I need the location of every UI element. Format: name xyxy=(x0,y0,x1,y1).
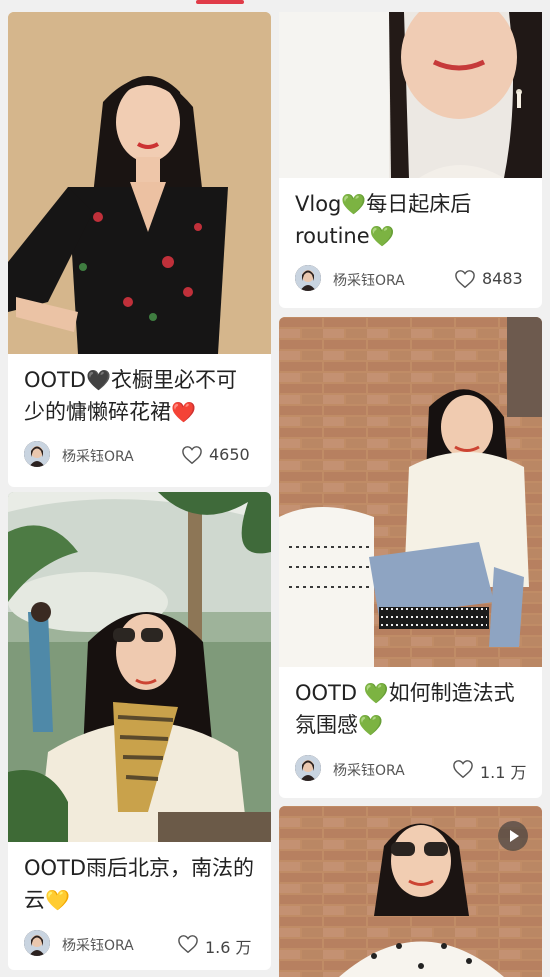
author-avatar[interactable] xyxy=(24,441,50,467)
post-title-1[interactable]: OOTD🖤衣橱里必不可少的慵懒碎花裙❤️ xyxy=(24,364,257,428)
post-card-3[interactable]: OOTD雨后北京，南法的云💛 杨采钰ORA 1.6 万 xyxy=(8,492,271,970)
heart-outline-icon xyxy=(178,935,198,954)
post-card-5[interactable] xyxy=(279,806,542,977)
post-title-1-text-a: OOTD xyxy=(24,368,87,392)
post-title-2-emoji-a: 💚 xyxy=(341,192,367,216)
like-count: 8483 xyxy=(482,269,523,288)
post-card-2[interactable]: Vlog💚每日起床后routine💚 杨采钰ORA 8483 xyxy=(279,12,542,308)
like-button[interactable]: 8483 xyxy=(454,268,524,290)
heart-outline-icon xyxy=(455,270,475,289)
video-play-button[interactable] xyxy=(498,821,528,851)
post-card-4[interactable]: OOTD 💚如何制造法式氛围感💚 杨采钰ORA 1.1 万 xyxy=(279,317,542,798)
post-meta-1: 杨采钰ORA 4650 xyxy=(24,440,257,470)
like-count: 1.1 万 xyxy=(480,763,527,782)
post-title-2-text-a: Vlog xyxy=(295,192,342,216)
post-title-4-emoji-a: 💚 xyxy=(363,681,389,705)
post-meta-4: 杨采钰ORA 1.1 万 xyxy=(295,754,528,784)
post-image-3[interactable] xyxy=(8,492,271,842)
author-name[interactable]: 杨采钰ORA xyxy=(333,270,405,290)
play-icon xyxy=(510,830,519,842)
post-title-1-emoji-a: 🖤 xyxy=(86,368,111,392)
heart-outline-icon xyxy=(453,760,473,779)
active-tab-indicator xyxy=(196,0,244,4)
post-title-2-emoji-b: 💚 xyxy=(369,224,395,248)
like-count: 4650 xyxy=(209,445,250,464)
heart-outline-icon xyxy=(182,446,202,465)
post-title-1-emoji-b: ❤️ xyxy=(171,400,196,424)
author-avatar[interactable] xyxy=(295,755,321,781)
like-count: 1.6 万 xyxy=(205,938,252,957)
post-meta-2: 杨采钰ORA 8483 xyxy=(295,264,528,294)
post-image-2[interactable] xyxy=(279,12,542,178)
author-name[interactable]: 杨采钰ORA xyxy=(62,935,134,955)
post-meta-3: 杨采钰ORA 1.6 万 xyxy=(24,929,257,959)
like-button[interactable]: 1.1 万 xyxy=(452,758,527,782)
post-image-4[interactable] xyxy=(279,317,542,667)
author-avatar[interactable] xyxy=(24,930,50,956)
post-title-4-text-a: OOTD xyxy=(295,681,364,705)
author-avatar[interactable] xyxy=(295,265,321,291)
post-title-4-emoji-b: 💚 xyxy=(358,713,383,737)
like-button[interactable]: 4650 xyxy=(181,444,253,466)
post-title-4[interactable]: OOTD 💚如何制造法式氛围感💚 xyxy=(295,677,528,741)
author-name[interactable]: 杨采钰ORA xyxy=(333,760,405,780)
post-image-1[interactable] xyxy=(8,12,271,354)
author-name[interactable]: 杨采钰ORA xyxy=(62,446,134,466)
post-card-1[interactable]: OOTD🖤衣橱里必不可少的慵懒碎花裙❤️ 杨采钰ORA 4650 xyxy=(8,12,271,487)
like-button[interactable]: 1.6 万 xyxy=(177,933,253,957)
post-title-2[interactable]: Vlog💚每日起床后routine💚 xyxy=(295,188,528,252)
post-title-3-emoji-a: 💛 xyxy=(45,888,70,912)
post-title-3[interactable]: OOTD雨后北京，南法的云💛 xyxy=(24,852,257,916)
